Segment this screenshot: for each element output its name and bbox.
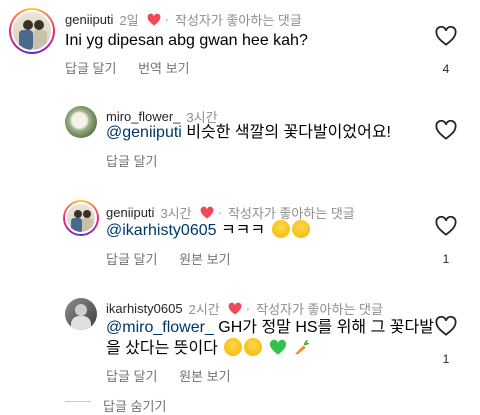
- comment-time: 2일: [119, 13, 139, 28]
- author-liked-label: 작성자가 좋아하는 댓글: [256, 302, 383, 317]
- username[interactable]: ikarhisty0605: [106, 301, 183, 316]
- mention-link[interactable]: @geniiputi: [106, 124, 182, 141]
- reply-button[interactable]: 답글 달기: [106, 154, 157, 169]
- divider: [65, 401, 91, 402]
- laughing-tears-emoji-icon: [291, 220, 310, 238]
- like-control: [435, 120, 457, 140]
- comment-text: @ikarhisty0605 ㅋㅋㅋ: [106, 220, 310, 242]
- heart-outline-icon[interactable]: [435, 316, 457, 336]
- heart-outline-icon[interactable]: [435, 216, 457, 236]
- laughing-tears-emoji-icon: [271, 220, 290, 238]
- comment-text: Ini yg dipesan abg gwan hee kah?: [65, 32, 308, 49]
- username[interactable]: geniiputi: [106, 205, 154, 220]
- author-liked-label: 작성자가 좋아하는 댓글: [174, 13, 302, 28]
- heart-eyes-emoji-icon: [224, 338, 243, 356]
- heart-outline-icon[interactable]: [435, 26, 457, 46]
- hide-replies-button[interactable]: 답글 숨기기: [103, 396, 166, 415]
- comment-text: @miro_flower_ GH가 정말 HS를 위해 그 꽃다발: [106, 319, 434, 336]
- author-liked-heart-icon: [228, 302, 242, 315]
- like-count: 4: [442, 62, 450, 76]
- heart-eyes-emoji-icon: [244, 338, 263, 356]
- author-liked-heart-icon: [147, 13, 161, 26]
- carrot-emoji-icon: [295, 339, 310, 355]
- comment-text: @geniiputi 비슷한 색깔의 꽃다발이었어요!: [106, 124, 391, 141]
- translate-button[interactable]: 번역 보기: [138, 61, 189, 76]
- username[interactable]: geniiputi: [65, 12, 113, 27]
- like-control: 1: [435, 316, 457, 366]
- comment-actions: 답글 달기: [106, 151, 175, 170]
- like-control: 1: [435, 216, 457, 266]
- reply-button[interactable]: 답글 달기: [106, 369, 157, 384]
- like-count: 1: [442, 352, 450, 366]
- like-count: 1: [442, 252, 450, 266]
- comment-text-line2: 을 샀다는 뜻이다: [106, 338, 311, 360]
- avatar[interactable]: [65, 106, 97, 138]
- avatar[interactable]: [65, 298, 97, 330]
- comment-actions: 답글 달기 번역 보기: [65, 58, 208, 77]
- comment-actions: 답글 달기 원본 보기: [106, 249, 249, 268]
- reply-button[interactable]: 답글 달기: [106, 252, 157, 267]
- comment-meta: ikarhisty0605 2시간 · 작성자가 좋아하는 댓글: [106, 301, 383, 317]
- mention-link[interactable]: @ikarhisty0605: [106, 222, 217, 239]
- mention-link[interactable]: @miro_flower_: [106, 319, 214, 336]
- comment-actions: 답글 달기 원본 보기: [106, 366, 249, 385]
- see-original-button[interactable]: 원본 보기: [179, 252, 230, 267]
- avatar[interactable]: [63, 200, 99, 236]
- comment-meta: geniiputi 2일 · 작성자가 좋아하는 댓글: [65, 12, 302, 28]
- comment-time: 2시간: [188, 302, 220, 317]
- author-liked-heart-icon: [200, 206, 214, 219]
- reply-button[interactable]: 답글 달기: [65, 61, 116, 76]
- see-original-button[interactable]: 원본 보기: [179, 369, 230, 384]
- heart-outline-icon[interactable]: [435, 120, 457, 140]
- like-control: 4: [435, 26, 457, 76]
- avatar[interactable]: [9, 8, 55, 54]
- green-heart-emoji-icon: [269, 339, 286, 355]
